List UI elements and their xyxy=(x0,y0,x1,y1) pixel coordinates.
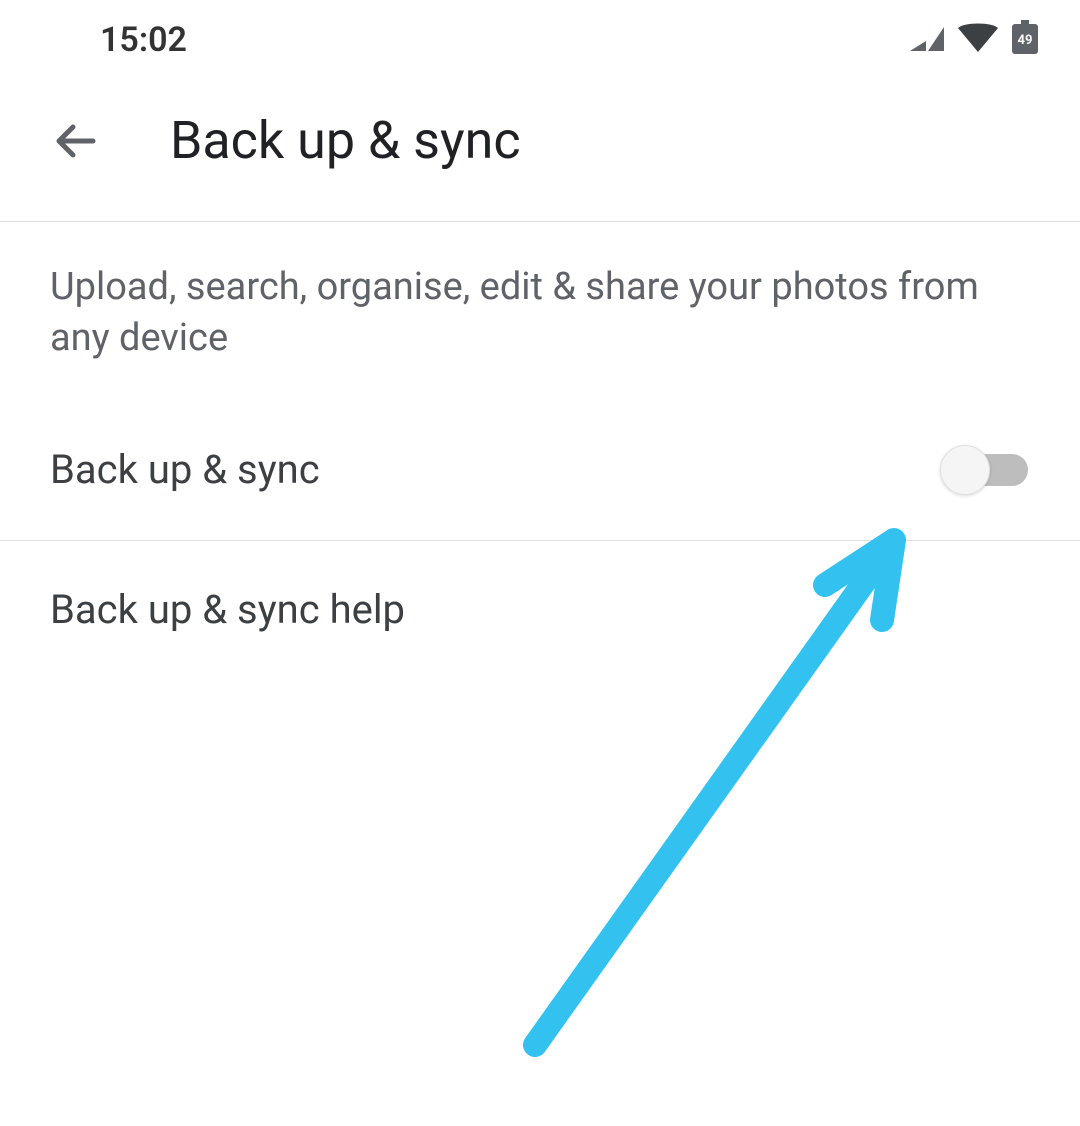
page-title: Back up & sync xyxy=(170,110,521,171)
page-description: Upload, search, organise, edit & share y… xyxy=(0,222,1080,400)
app-header: Back up & sync xyxy=(0,70,1080,222)
backup-sync-toggle[interactable] xyxy=(940,445,1030,495)
wifi-icon xyxy=(956,22,1000,58)
arrow-left-icon xyxy=(53,119,97,163)
signal-icon xyxy=(908,23,946,57)
status-time: 15:02 xyxy=(100,20,187,60)
battery-icon: 49 xyxy=(1010,20,1040,60)
toggle-thumb xyxy=(940,445,990,495)
battery-level-text: 49 xyxy=(1018,33,1033,48)
status-bar: 15:02 49 xyxy=(0,0,1080,70)
backup-sync-help-label: Back up & sync help xyxy=(50,586,405,633)
backup-sync-setting[interactable]: Back up & sync xyxy=(0,400,1080,541)
back-button[interactable] xyxy=(50,116,100,166)
backup-sync-help-setting[interactable]: Back up & sync help xyxy=(0,541,1080,678)
status-icons: 49 xyxy=(908,20,1040,60)
backup-sync-label: Back up & sync xyxy=(50,446,320,493)
